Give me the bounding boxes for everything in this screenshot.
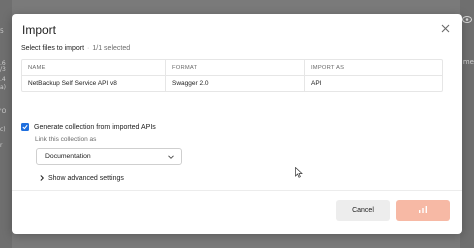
background-text-fragment: /3 bbox=[0, 66, 6, 73]
generate-collection-checkbox[interactable] bbox=[21, 123, 29, 131]
background-text-fragment: 'O bbox=[0, 108, 7, 115]
select-value: Documentation bbox=[45, 153, 91, 160]
column-header-import-as: IMPORT AS bbox=[304, 60, 444, 76]
background-text-fragment: c) bbox=[0, 126, 6, 133]
show-advanced-settings-toggle[interactable]: Show advanced settings bbox=[39, 174, 124, 182]
column-header-format: FORMAT bbox=[165, 60, 304, 76]
show-advanced-settings-label: Show advanced settings bbox=[48, 174, 124, 182]
file-format-cell: Swagger 2.0 bbox=[165, 76, 304, 92]
link-collection-select[interactable]: Documentation bbox=[36, 148, 182, 165]
files-heading: Select files to import · 1/1 selected bbox=[21, 45, 130, 52]
chevron-right-icon bbox=[40, 175, 45, 181]
heading-separator: · bbox=[87, 45, 90, 52]
modal-body[interactable]: Select files to import · 1/1 selected NAME… bbox=[12, 38, 462, 190]
import-as-cell[interactable]: API bbox=[304, 76, 444, 92]
background-app-right-edge: me bbox=[460, 0, 474, 248]
footer-divider bbox=[12, 190, 462, 191]
link-collection-label: Link this collection as bbox=[35, 136, 97, 143]
import-modal: Import Select files to import · 1/1 select… bbox=[12, 14, 462, 234]
table-row[interactable]: NetBackup Self Service API v8 Swagger 2.… bbox=[22, 76, 442, 92]
chevron-down-icon bbox=[168, 155, 174, 159]
close-icon bbox=[441, 24, 449, 33]
file-name-cell: NetBackup Self Service API v8 bbox=[28, 80, 117, 87]
close-button[interactable] bbox=[438, 22, 452, 36]
background-text-fragment: a) bbox=[0, 84, 7, 91]
background-text-fragment: r bbox=[0, 142, 3, 149]
generate-collection-label[interactable]: Generate collection from imported APIs bbox=[34, 124, 156, 131]
background-app-left-edge: 5 .6 /3 .4 a) 'O c) r bbox=[0, 0, 12, 248]
generate-collection-option[interactable]: Generate collection from imported APIs bbox=[21, 122, 156, 132]
loading-spinner-icon bbox=[419, 206, 427, 213]
selected-count: 1/1 selected bbox=[92, 45, 131, 52]
files-heading-label: Select files to import bbox=[21, 45, 85, 52]
cancel-button[interactable]: Cancel bbox=[336, 200, 390, 221]
background-text-fragment: me bbox=[462, 58, 474, 66]
table-header-row: NAME FORMAT IMPORT AS bbox=[22, 60, 442, 76]
checkmark-icon bbox=[22, 124, 28, 130]
mouse-cursor-icon bbox=[295, 167, 303, 178]
background-text-fragment: 5 bbox=[0, 28, 4, 35]
import-button[interactable] bbox=[396, 200, 450, 221]
column-header-name: NAME bbox=[28, 65, 46, 71]
eye-icon bbox=[462, 16, 472, 25]
modal-title: Import bbox=[22, 23, 57, 37]
background-text-fragment: .4 bbox=[0, 76, 6, 83]
files-table: NAME FORMAT IMPORT AS NetBackup Self Ser… bbox=[21, 59, 443, 92]
